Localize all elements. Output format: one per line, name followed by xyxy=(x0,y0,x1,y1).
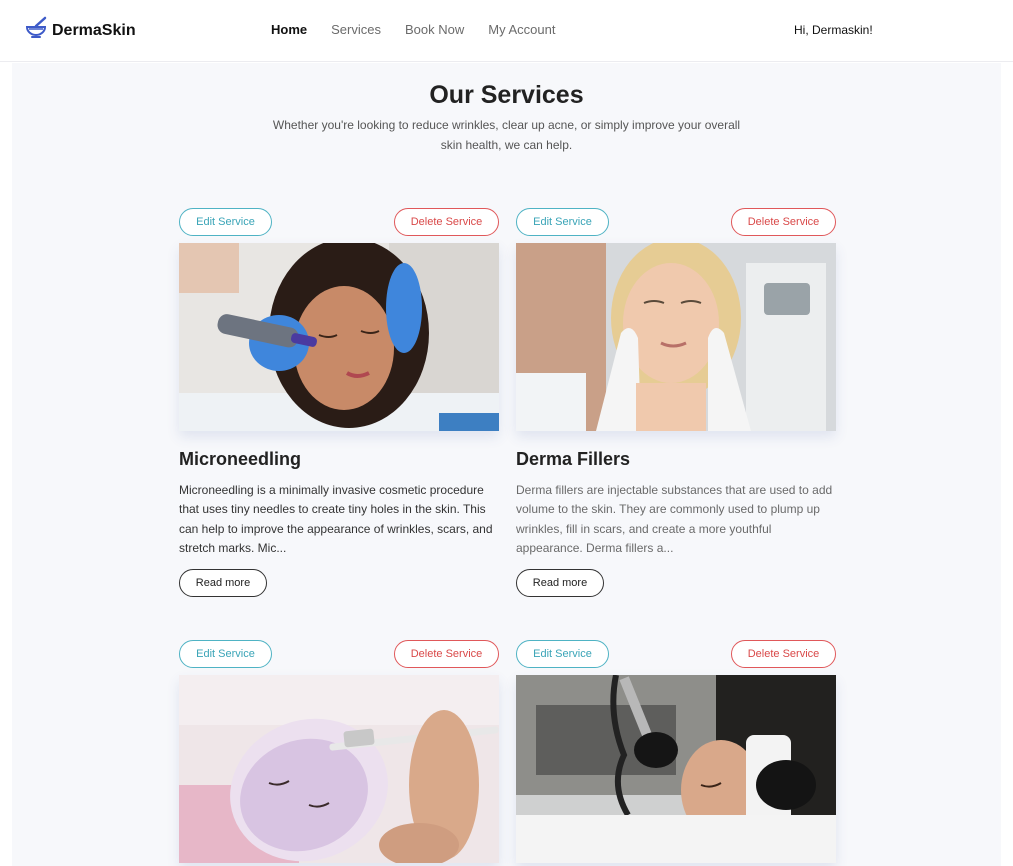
delete-service-button[interactable]: Delete Service xyxy=(731,640,836,668)
card-actions: Edit Service Delete Service xyxy=(516,640,836,669)
card-actions: Edit Service Delete Service xyxy=(516,208,836,237)
service-card-device-facial: Edit Service Delete Service xyxy=(516,640,836,863)
edit-service-button[interactable]: Edit Service xyxy=(179,640,272,668)
edit-service-button[interactable]: Edit Service xyxy=(516,640,609,668)
service-image xyxy=(516,243,836,431)
delete-service-button[interactable]: Delete Service xyxy=(394,640,499,668)
brand-name: DermaSkin xyxy=(52,21,136,39)
service-card-derma-fillers: Edit Service Delete Service Derma Filler… xyxy=(516,208,836,598)
edit-service-button[interactable]: Edit Service xyxy=(179,208,272,236)
service-card-facial-mask: Edit Service Delete Service xyxy=(179,640,499,863)
service-card-microneedling: Edit Service Delete Service Microneedlin… xyxy=(179,208,499,598)
read-more-button[interactable]: Read more xyxy=(516,569,604,598)
service-image xyxy=(179,243,499,431)
page-title: Our Services xyxy=(429,81,584,109)
service-title: Derma Fillers xyxy=(516,449,631,469)
edit-service-button[interactable]: Edit Service xyxy=(516,208,609,236)
top-header: DermaSkin Home Services Book Now My Acco… xyxy=(0,0,1013,62)
brand-logo[interactable]: DermaSkin xyxy=(24,16,136,45)
read-more-button[interactable]: Read more xyxy=(179,569,267,598)
mortar-pestle-icon xyxy=(24,16,48,45)
card-actions: Edit Service Delete Service xyxy=(179,208,499,237)
delete-service-button[interactable]: Delete Service xyxy=(731,208,836,236)
card-actions: Edit Service Delete Service xyxy=(179,640,499,669)
nav-book-now[interactable]: Book Now xyxy=(405,22,464,37)
delete-service-button[interactable]: Delete Service xyxy=(394,208,499,236)
nav-services[interactable]: Services xyxy=(331,22,381,37)
services-section: Our Services Whether you're looking to r… xyxy=(12,63,1001,866)
service-image xyxy=(179,675,499,863)
service-title: Microneedling xyxy=(179,449,302,469)
service-description: Derma fillers are injectable substances … xyxy=(516,483,833,555)
page-subtitle: Whether you're looking to reduce wrinkle… xyxy=(272,118,741,152)
main-nav: Home Services Book Now My Account xyxy=(271,22,579,37)
user-greeting: Hi, Dermaskin! xyxy=(794,23,873,37)
nav-my-account[interactable]: My Account xyxy=(488,22,555,37)
service-description: Microneedling is a minimally invasive co… xyxy=(179,483,493,555)
nav-home[interactable]: Home xyxy=(271,22,307,37)
service-image xyxy=(516,675,836,863)
